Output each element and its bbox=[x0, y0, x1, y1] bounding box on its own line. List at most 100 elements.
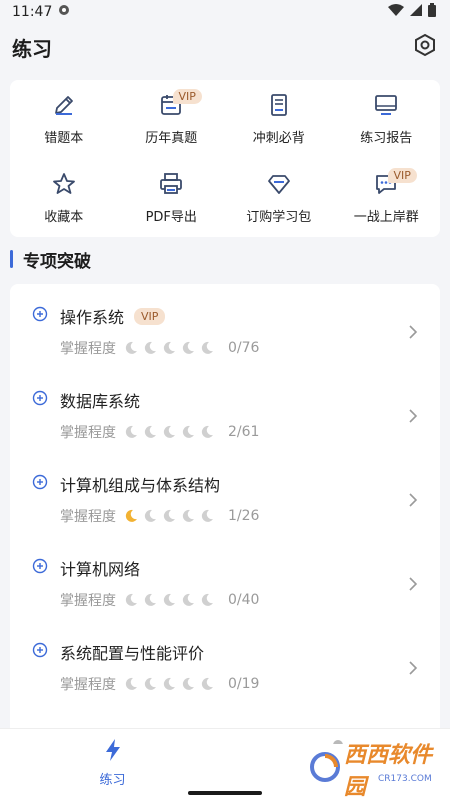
moon-empty-icon bbox=[162, 341, 176, 355]
grid-item-past-exams[interactable]: VIP 历年真题 bbox=[118, 80, 226, 159]
grid-item-label: 历年真题 bbox=[145, 131, 198, 147]
expand-plus-icon[interactable] bbox=[32, 306, 48, 322]
moon-empty-icon bbox=[181, 509, 195, 523]
moon-empty-icon bbox=[200, 341, 214, 355]
watermark-logo: 西西软件园 CR173.COM bbox=[300, 743, 450, 800]
progress-count: 2/61 bbox=[228, 424, 260, 440]
progress-count: 0/40 bbox=[228, 592, 260, 608]
grid-item-group[interactable]: VIP 一战上岸群 bbox=[333, 159, 441, 238]
monitor-icon bbox=[373, 92, 399, 118]
moon-empty-icon bbox=[124, 341, 138, 355]
moon-empty-icon bbox=[143, 509, 157, 523]
vip-badge: VIP bbox=[387, 167, 417, 183]
topic-title: 操作系统 bbox=[60, 308, 125, 327]
app-header: 练习 bbox=[0, 24, 450, 70]
tab-practice[interactable]: 练习 bbox=[0, 729, 225, 800]
grid-item-label: 一战上岸群 bbox=[353, 209, 419, 225]
section-accent-bar bbox=[10, 250, 13, 268]
moon-empty-icon bbox=[200, 593, 214, 607]
mastery-moons bbox=[124, 593, 214, 607]
topic-row[interactable]: 计算机组成与体系结构 掌握程度 1/26 bbox=[10, 452, 440, 536]
grid-item-label: 收藏本 bbox=[44, 209, 84, 225]
progress-label: 掌握程度 bbox=[60, 341, 116, 357]
watermark-emblem-icon bbox=[310, 752, 340, 786]
moon-empty-icon bbox=[162, 425, 176, 439]
status-bar: 11:47 bbox=[0, 0, 450, 24]
progress-label: 掌握程度 bbox=[60, 677, 116, 693]
topic-progress: 掌握程度 0/19 bbox=[60, 674, 259, 694]
moon-empty-icon bbox=[200, 509, 214, 523]
topic-title: 计算机网络 bbox=[60, 560, 141, 579]
chevron-right-icon bbox=[408, 492, 418, 507]
topic-name: 操作系统 VIP bbox=[60, 304, 166, 328]
chevron-right-icon bbox=[408, 660, 418, 675]
section-header: 专项突破 bbox=[10, 248, 91, 272]
lightning-icon bbox=[104, 739, 122, 765]
status-time: 11:47 bbox=[12, 4, 53, 20]
progress-label: 掌握程度 bbox=[60, 509, 116, 525]
grid-item-label: PDF导出 bbox=[145, 209, 197, 225]
topic-progress: 掌握程度 0/40 bbox=[60, 590, 259, 610]
moon-empty-icon bbox=[181, 425, 195, 439]
moon-empty-icon bbox=[124, 593, 138, 607]
topic-title: 数据库系统 bbox=[60, 392, 141, 411]
moon-empty-icon bbox=[124, 425, 138, 439]
vip-badge: VIP bbox=[172, 89, 202, 104]
topic-progress: 掌握程度 1/26 bbox=[60, 506, 259, 526]
topic-name: 计算机网络 bbox=[60, 556, 140, 580]
moon-empty-icon bbox=[200, 677, 214, 691]
expand-plus-icon[interactable] bbox=[32, 474, 48, 490]
gear-icon bbox=[413, 33, 437, 61]
feature-grid: 错题本 VIP 历年真题 冲刺必背 练习报告 收藏本 PDF导出 订购学习包 V… bbox=[10, 80, 440, 237]
notification-icon bbox=[58, 4, 70, 20]
grid-item-wrong-questions[interactable]: 错题本 bbox=[10, 80, 118, 159]
grid-item-pdf-export[interactable]: PDF导出 bbox=[118, 159, 226, 238]
grid-item-study-pack[interactable]: 订购学习包 bbox=[225, 159, 333, 238]
watermark-subtext: CR173.COM bbox=[378, 774, 432, 784]
grid-item-favorites[interactable]: 收藏本 bbox=[10, 159, 118, 238]
chevron-right-icon bbox=[408, 324, 418, 339]
topic-list: 操作系统 VIP 掌握程度 0/76 数据库系统 掌握程度 2/61 计算机组成… bbox=[10, 284, 440, 754]
chevron-right-icon bbox=[408, 576, 418, 591]
printer-icon bbox=[158, 171, 184, 197]
topic-row[interactable]: 操作系统 VIP 掌握程度 0/76 bbox=[10, 284, 440, 368]
expand-plus-icon[interactable] bbox=[32, 558, 48, 574]
grid-item-label: 订购学习包 bbox=[246, 209, 312, 225]
topic-name: 数据库系统 bbox=[60, 388, 140, 412]
topic-progress: 掌握程度 0/76 bbox=[60, 338, 259, 358]
vip-badge: VIP bbox=[134, 307, 166, 325]
pencil-icon bbox=[51, 92, 77, 118]
grid-item-label: 练习报告 bbox=[360, 131, 413, 147]
moon-empty-icon bbox=[143, 593, 157, 607]
topic-row[interactable]: 系统配置与性能评价 掌握程度 0/19 bbox=[10, 620, 440, 704]
moon-empty-icon bbox=[143, 341, 157, 355]
battery-icon bbox=[428, 3, 436, 21]
moon-empty-icon bbox=[181, 341, 195, 355]
topic-row[interactable]: 计算机网络 掌握程度 0/40 bbox=[10, 536, 440, 620]
mastery-moons bbox=[124, 677, 214, 691]
progress-count: 0/19 bbox=[228, 676, 260, 692]
topic-progress: 掌握程度 2/61 bbox=[60, 422, 259, 442]
settings-button[interactable] bbox=[412, 33, 438, 61]
grid-item-sprint[interactable]: 冲刺必背 bbox=[225, 80, 333, 159]
moon-empty-icon bbox=[181, 593, 195, 607]
grid-item-label: 冲刺必背 bbox=[252, 131, 305, 147]
diamond-icon bbox=[266, 171, 292, 197]
topic-row[interactable]: 数据库系统 掌握程度 2/61 bbox=[10, 368, 440, 452]
grid-item-report[interactable]: 练习报告 bbox=[333, 80, 441, 159]
document-icon bbox=[266, 92, 292, 118]
wifi-icon bbox=[388, 4, 404, 20]
section-title: 专项突破 bbox=[23, 251, 91, 272]
mastery-moons bbox=[124, 425, 214, 439]
progress-count: 1/26 bbox=[228, 508, 260, 524]
home-indicator[interactable] bbox=[188, 791, 262, 795]
moon-empty-icon bbox=[143, 425, 157, 439]
topic-title: 计算机组成与体系结构 bbox=[60, 476, 221, 495]
moon-empty-icon bbox=[181, 677, 195, 691]
expand-plus-icon[interactable] bbox=[32, 642, 48, 658]
moon-empty-icon bbox=[162, 509, 176, 523]
expand-plus-icon[interactable] bbox=[32, 390, 48, 406]
moon-empty-icon bbox=[124, 677, 138, 691]
topic-name: 计算机组成与体系结构 bbox=[60, 472, 220, 496]
topic-name: 系统配置与性能评价 bbox=[60, 640, 204, 664]
